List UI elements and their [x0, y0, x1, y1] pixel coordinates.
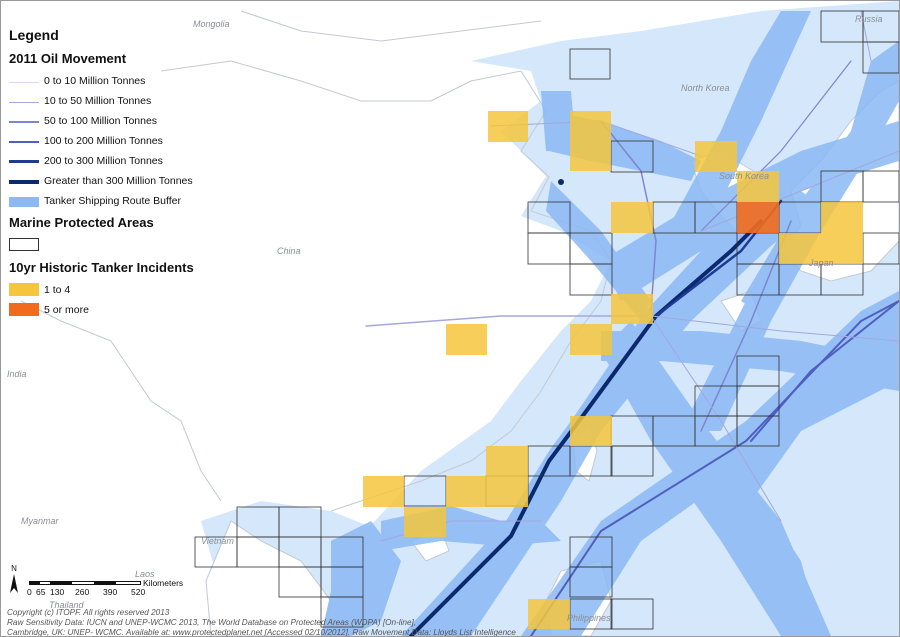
legend-item-oil-0-10: 0 to 10 Million Tonnes — [7, 72, 217, 92]
legend-item-label: 50 to 100 Million Tonnes — [44, 115, 158, 127]
legend-line-swatch — [9, 82, 39, 83]
map-credits: Copyright (c) ITOPF. All rights reserved… — [7, 608, 707, 637]
incident-cell-low — [611, 202, 653, 233]
credit-line: Copyright (c) ITOPF. All rights reserved… — [7, 608, 170, 617]
map-legend: Legend 2011 Oil Movement 0 to 10 Million… — [7, 27, 217, 321]
legend-item-label: 100 to 200 Million Tonnes — [44, 135, 163, 147]
scale-tick: 65 — [36, 587, 46, 597]
scale-tick: 260 — [75, 587, 90, 597]
scale-tick: 520 — [131, 587, 146, 597]
legend-item-oil-100-200: 100 to 200 Million Tonnes — [7, 132, 217, 152]
legend-line-swatch — [9, 180, 39, 184]
map-canvas[interactable]: Mongolia Russia North Korea South Korea … — [0, 0, 900, 637]
label-japan: Japan — [809, 258, 834, 268]
legend-line-swatch — [9, 160, 39, 163]
incident-cell-low — [570, 416, 612, 446]
legend-item-oil-10-50: 10 to 50 Million Tonnes — [7, 92, 217, 112]
legend-item-label: 1 to 4 — [44, 284, 71, 296]
legend-item-oil-300-plus: Greater than 300 Million Tonnes — [7, 172, 217, 192]
incident-cell-low — [486, 446, 528, 476]
legend-item-label: 200 to 300 Million Tonnes — [44, 155, 163, 167]
legend-section-mpa: Marine Protected Areas — [9, 215, 154, 230]
incident-cell-low — [695, 141, 737, 172]
legend-fill-swatch — [9, 303, 39, 316]
incident-cell-low — [570, 141, 611, 171]
legend-item-oil-200-300: 200 to 300 Million Tonnes — [7, 152, 217, 172]
legend-section-oil: 2011 Oil Movement — [9, 51, 127, 66]
legend-item-mpa — [7, 236, 217, 256]
legend-item-route-buffer: Tanker Shipping Route Buffer — [7, 192, 217, 212]
label-myanmar: Myanmar — [21, 516, 59, 526]
incident-cell-low — [363, 476, 404, 507]
legend-item-incidents-high: 5 or more — [7, 301, 217, 321]
scale-unit: Kilometers — [143, 578, 184, 588]
label-north-korea: North Korea — [681, 83, 730, 93]
legend-item-incidents-low: 1 to 4 — [7, 281, 217, 301]
label-china: China — [277, 246, 301, 256]
incident-cell-low — [404, 507, 446, 537]
legend-section-incidents: 10yr Historic Tanker Incidents — [9, 260, 194, 275]
credit-line: Cambridge, UK: UNEP- WCMC. Available at:… — [7, 628, 516, 637]
legend-item-oil-50-100: 50 to 100 Million Tonnes — [7, 112, 217, 132]
incident-cell-low — [446, 476, 486, 507]
legend-title: Legend — [9, 27, 59, 43]
legend-line-swatch — [9, 102, 39, 103]
north-label: N — [11, 564, 17, 573]
legend-item-label: 0 to 10 Million Tonnes — [44, 75, 146, 87]
legend-outline-swatch — [9, 238, 39, 251]
scale-tick: 0 — [27, 587, 32, 597]
incident-cell-low — [611, 294, 653, 324]
incident-cell-low — [570, 111, 611, 141]
legend-line-swatch — [9, 121, 39, 123]
legend-fill-swatch — [9, 197, 39, 207]
scale-tick: 130 — [50, 587, 65, 597]
scale-bar: 0 65 130 260 390 520 Kilometers — [9, 578, 199, 609]
mpa-cell — [527, 232, 571, 265]
incident-cell-low — [570, 324, 612, 355]
incident-cell-low — [446, 324, 487, 355]
label-russia: Russia — [855, 14, 883, 24]
incident-cell-low — [486, 476, 528, 507]
label-india: India — [7, 369, 27, 379]
credit-line: Raw Sensitivity Data: IUCN and UNEP-WCMC… — [7, 618, 417, 627]
incident-cell-low — [488, 111, 528, 142]
legend-item-label: Tanker Shipping Route Buffer — [44, 195, 181, 207]
legend-line-swatch — [9, 141, 39, 143]
legend-item-label: 10 to 50 Million Tonnes — [44, 95, 152, 107]
legend-item-label: 5 or more — [44, 304, 89, 316]
label-vietnam: Vietnam — [201, 536, 234, 546]
border-line — [20, 300, 222, 502]
legend-item-label: Greater than 300 Million Tonnes — [44, 175, 193, 187]
incident-cell-low — [821, 202, 863, 233]
border-line — [240, 10, 542, 42]
legend-fill-swatch — [9, 283, 39, 296]
scale-tick: 390 — [103, 587, 118, 597]
scale-bar-graphic — [29, 581, 141, 585]
port-marker — [558, 179, 564, 185]
incident-cell-high — [737, 202, 779, 233]
label-south-korea: South Korea — [719, 171, 770, 181]
